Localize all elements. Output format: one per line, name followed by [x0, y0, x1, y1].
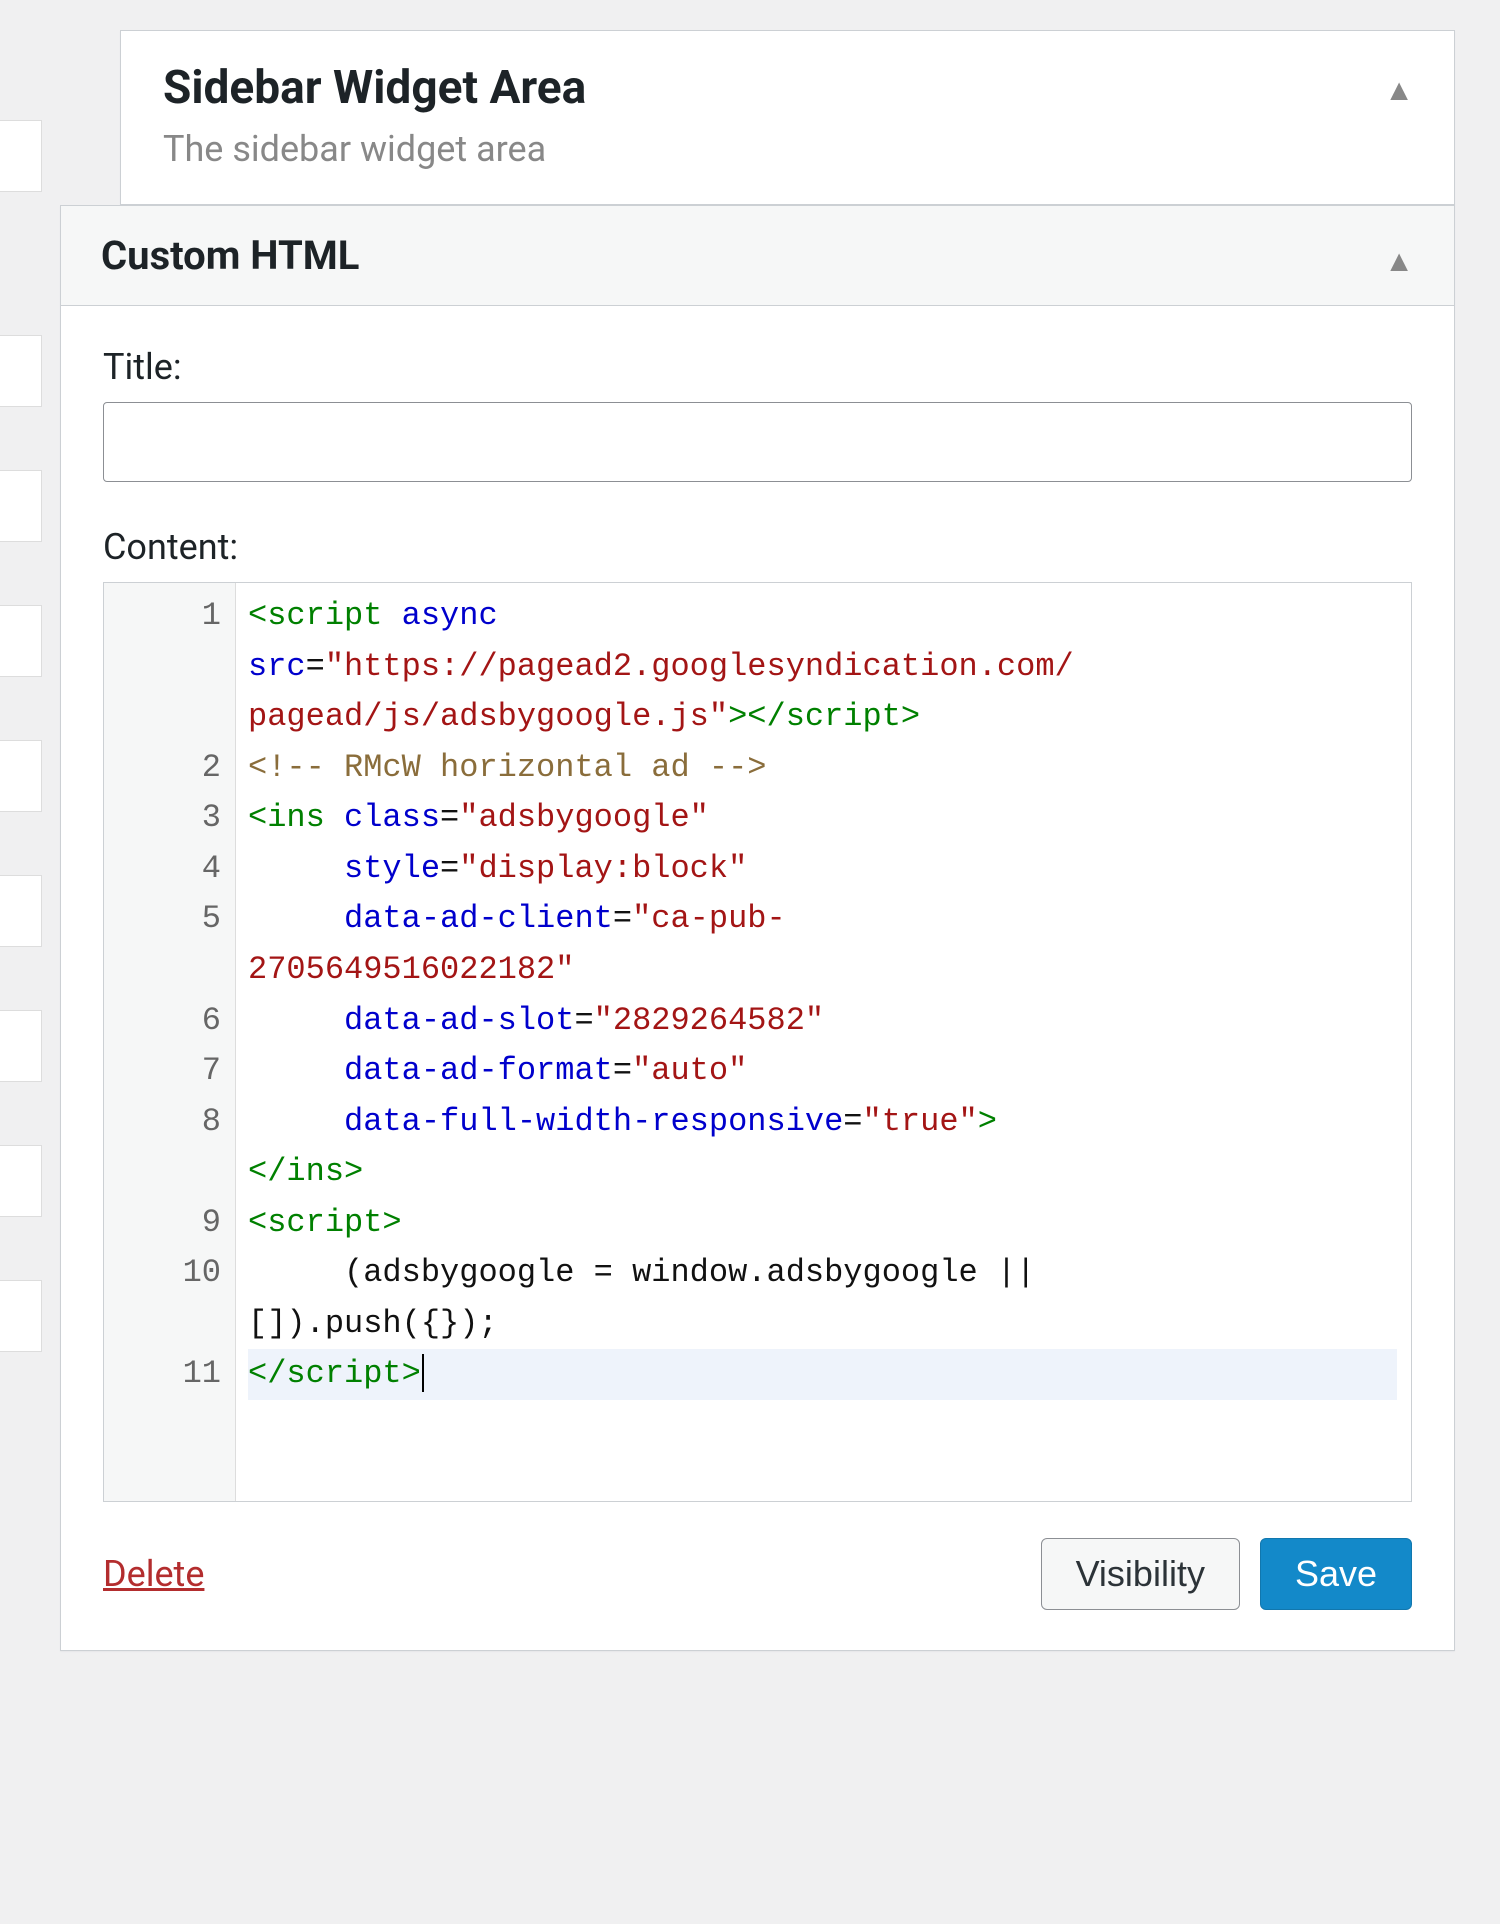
code-line[interactable]: []).push({});	[248, 1299, 1397, 1350]
code-line[interactable]: <script async	[248, 591, 1397, 642]
text-cursor	[422, 1354, 424, 1392]
code-line[interactable]: <!-- RMcW horizontal ad -->	[248, 743, 1397, 794]
collapsed-widget-stub[interactable]	[0, 120, 42, 192]
widget-area-description: The sidebar widget area	[163, 128, 586, 170]
widget-area-header[interactable]: Sidebar Widget Area The sidebar widget a…	[121, 31, 1454, 204]
save-button[interactable]: Save	[1260, 1538, 1412, 1610]
collapse-icon[interactable]: ▲	[1384, 232, 1414, 279]
code-line[interactable]: data-full-width-responsive="true">	[248, 1097, 1397, 1148]
collapsed-widget-stub[interactable]	[0, 1010, 42, 1082]
code-line[interactable]: pagead/js/adsbygoogle.js"></script>	[248, 692, 1397, 743]
code-line[interactable]: data-ad-client="ca-pub-	[248, 894, 1397, 945]
code-line[interactable]: </ins>	[248, 1147, 1397, 1198]
widget-header[interactable]: Custom HTML ▲	[61, 206, 1454, 306]
content-label: Content:	[103, 526, 1412, 568]
code-area[interactable]: <script asyncsrc="https://pagead2.google…	[236, 583, 1411, 1501]
code-gutter: 1 2 3 4 5 6 7 8 9 10 11	[104, 583, 236, 1501]
widget-title: Custom HTML	[101, 232, 359, 279]
collapsed-widget-stub[interactable]	[0, 470, 42, 542]
delete-link[interactable]: Delete	[103, 1553, 204, 1595]
code-line[interactable]: <script>	[248, 1198, 1397, 1249]
code-line[interactable]: style="display:block"	[248, 844, 1397, 895]
code-line[interactable]: 2705649516022182"	[248, 945, 1397, 996]
code-line[interactable]: (adsbygoogle = window.adsbygoogle ||	[248, 1248, 1397, 1299]
code-line[interactable]: <ins class="adsbygoogle"	[248, 793, 1397, 844]
code-line[interactable]: data-ad-slot="2829264582"	[248, 996, 1397, 1047]
visibility-button[interactable]: Visibility	[1041, 1538, 1240, 1610]
code-line[interactable]: data-ad-format="auto"	[248, 1046, 1397, 1097]
collapsed-widget-stub[interactable]	[0, 1280, 42, 1352]
collapsed-widget-stub[interactable]	[0, 875, 42, 947]
widget-body: Title: Content: 1 2 3 4 5 6 7 8 9 10 11 …	[61, 306, 1454, 1538]
title-label: Title:	[103, 346, 1412, 388]
widget-area-panel: Sidebar Widget Area The sidebar widget a…	[120, 30, 1455, 205]
widget-footer: Delete Visibility Save	[61, 1538, 1454, 1650]
collapse-icon[interactable]: ▲	[1384, 61, 1414, 108]
code-editor[interactable]: 1 2 3 4 5 6 7 8 9 10 11 <script asyncsrc…	[103, 582, 1412, 1502]
code-line[interactable]: src="https://pagead2.googlesyndication.c…	[248, 642, 1397, 693]
collapsed-widget-stub[interactable]	[0, 1145, 42, 1217]
widget-area-title: Sidebar Widget Area	[163, 61, 586, 116]
code-line[interactable]: </script>	[248, 1349, 1397, 1400]
title-input[interactable]	[103, 402, 1412, 482]
widget-custom-html: Custom HTML ▲ Title: Content: 1 2 3 4 5 …	[60, 205, 1455, 1651]
collapsed-widget-stub[interactable]	[0, 335, 42, 407]
collapsed-widget-stub[interactable]	[0, 605, 42, 677]
collapsed-widget-stub[interactable]	[0, 740, 42, 812]
